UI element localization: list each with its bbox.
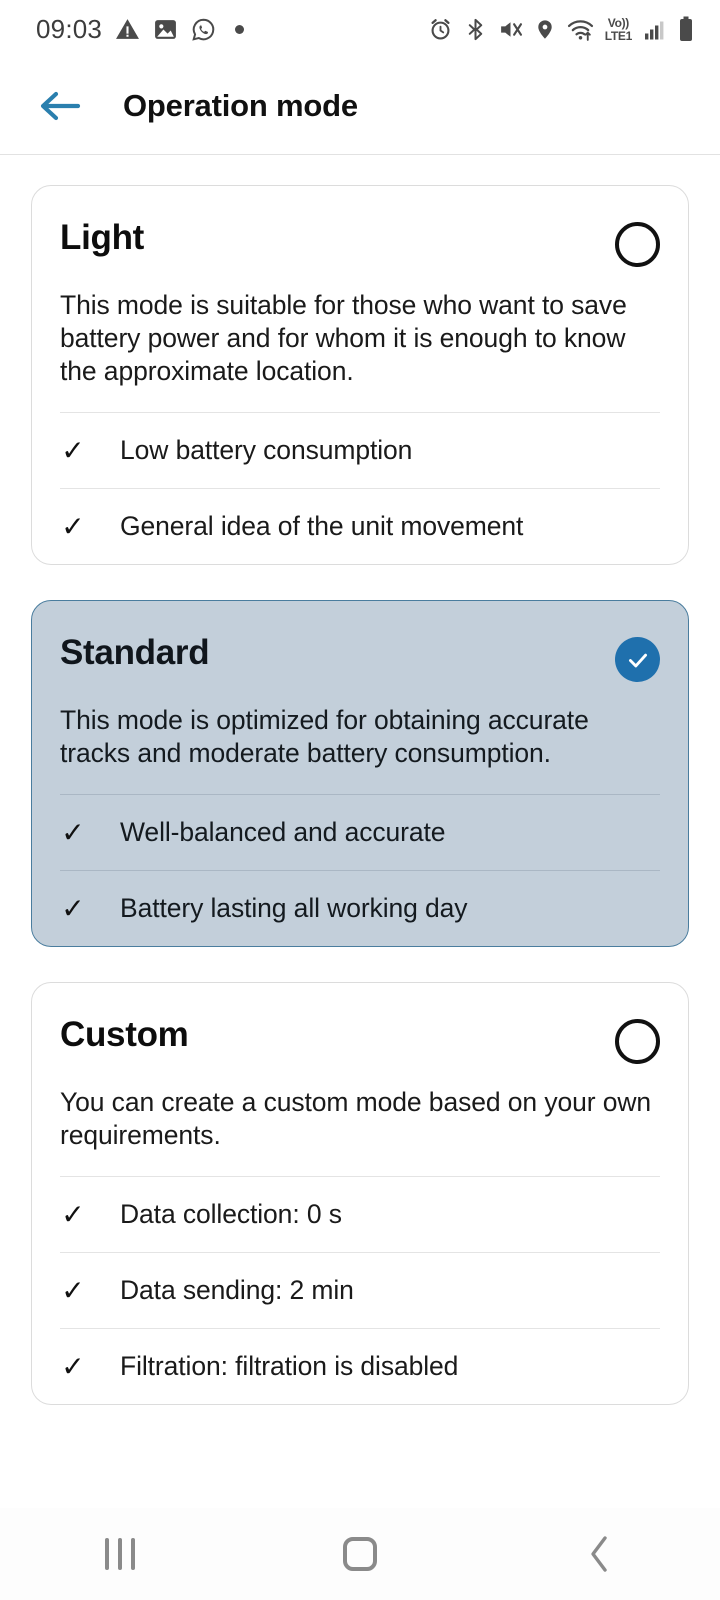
mode-card-standard[interactable]: Standard This mode is optimized for obta…	[31, 600, 689, 947]
check-icon: ✓	[61, 1198, 85, 1230]
mode-title: Light	[60, 218, 145, 257]
status-bar-left: 09:03	[36, 13, 245, 45]
back-nav-button[interactable]	[540, 1508, 660, 1600]
check-icon: ✓	[61, 1274, 85, 1306]
feature-label: Well-balanced and accurate	[120, 817, 446, 847]
feature-row: ✓ General idea of the unit movement	[60, 488, 660, 564]
bluetooth-icon	[468, 18, 483, 40]
dot-indicator	[235, 24, 245, 34]
mode-title: Custom	[60, 1015, 189, 1054]
feature-label: Data sending: 2 min	[120, 1275, 354, 1305]
volte-line1: Vo))	[607, 15, 630, 30]
mode-feature-list: ✓ Data collection: 0 s ✓ Data sending: 2…	[60, 1176, 660, 1404]
feature-row: ✓ Filtration: filtration is disabled	[60, 1328, 660, 1404]
check-icon: ✓	[61, 434, 85, 466]
page-title: Operation mode	[123, 88, 358, 123]
feature-label: Battery lasting all working day	[120, 893, 468, 923]
feature-row: ✓ Data sending: 2 min	[60, 1252, 660, 1328]
mode-card-light[interactable]: Light This mode is suitable for those wh…	[31, 185, 689, 565]
app-bar: Operation mode	[0, 58, 720, 155]
mode-feature-list: ✓ Low battery consumption ✓ General idea…	[60, 412, 660, 564]
mode-card-header: Standard	[60, 601, 660, 682]
mode-feature-list: ✓ Well-balanced and accurate ✓ Battery l…	[60, 794, 660, 946]
mode-radio-unselected[interactable]	[615, 222, 660, 267]
recents-icon	[105, 1538, 135, 1570]
status-bar-right: Vo)) LTE1	[428, 16, 694, 42]
mode-description: You can create a custom mode based on yo…	[60, 1087, 652, 1150]
back-button[interactable]	[32, 78, 88, 134]
mode-radio-selected[interactable]	[615, 637, 660, 682]
check-icon: ✓	[61, 510, 85, 542]
feature-label: Filtration: filtration is disabled	[120, 1351, 459, 1381]
mode-radio-unselected[interactable]	[615, 1019, 660, 1064]
mode-title: Standard	[60, 633, 210, 672]
mode-description: This mode is optimized for obtaining acc…	[60, 705, 589, 768]
mode-description: This mode is suitable for those who want…	[60, 290, 627, 386]
location-icon	[538, 19, 552, 39]
feature-label: Data collection: 0 s	[120, 1199, 342, 1229]
android-nav-bar	[0, 1508, 720, 1600]
mode-card-custom[interactable]: Custom You can create a custom mode base…	[31, 982, 689, 1405]
feature-row: ✓ Well-balanced and accurate	[60, 794, 660, 870]
volte-line2: LTE1	[604, 28, 633, 43]
recents-button[interactable]	[60, 1508, 180, 1600]
check-icon: ✓	[61, 1350, 85, 1382]
check-icon: ✓	[61, 892, 85, 924]
home-icon	[343, 1537, 377, 1571]
feature-label: Low battery consumption	[120, 435, 413, 465]
mute-icon	[500, 21, 522, 37]
mode-card-header: Custom	[60, 983, 660, 1064]
status-bar: 09:03 Vo)) LTE1	[0, 0, 720, 58]
mode-card-header: Light	[60, 186, 660, 267]
feature-label: General idea of the unit movement	[120, 511, 524, 541]
check-icon: ✓	[61, 816, 85, 848]
phone-screen: 09:03 Vo)) LTE1 Operation mode Light Thi…	[0, 0, 720, 1600]
mode-list: Light This mode is suitable for those wh…	[0, 155, 720, 1600]
alarm-icon	[431, 18, 450, 39]
feature-row: ✓ Low battery consumption	[60, 412, 660, 488]
home-button[interactable]	[300, 1508, 420, 1600]
feature-row: ✓ Battery lasting all working day	[60, 870, 660, 946]
battery-icon	[680, 16, 692, 41]
wifi-icon	[567, 19, 593, 41]
volte-indicator: Vo)) LTE1	[604, 15, 633, 43]
arrow-left-icon	[40, 91, 81, 121]
signal-bars-icon	[645, 21, 664, 39]
back-chevron-icon	[591, 1536, 607, 1572]
image-icon	[155, 19, 176, 39]
feature-row: ✓ Data collection: 0 s	[60, 1176, 660, 1252]
whatsapp-icon	[192, 18, 215, 41]
check-icon	[628, 653, 647, 667]
warning-triangle-icon	[116, 18, 140, 39]
status-bar-clock: 09:03	[36, 13, 103, 44]
